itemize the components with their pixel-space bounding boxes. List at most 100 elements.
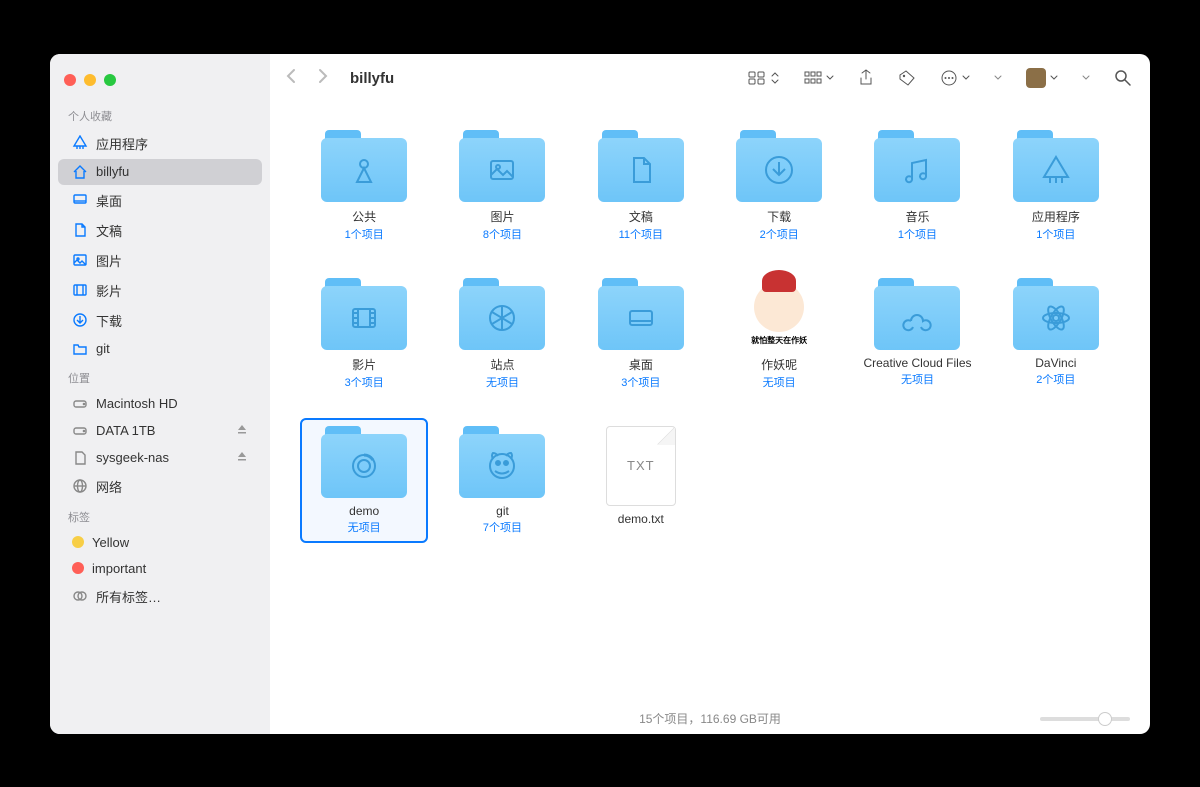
window-title: billyfu bbox=[350, 70, 394, 87]
sidebar-item-label: 下载 bbox=[96, 311, 122, 330]
folder-icon bbox=[459, 130, 545, 202]
sidebar-item-label: 影片 bbox=[96, 281, 122, 300]
folder-icon bbox=[598, 278, 684, 350]
folder-icon bbox=[736, 130, 822, 202]
file-item[interactable]: TXT demo.txt bbox=[577, 418, 705, 543]
main-area: billyfu 公共1个项目图片8个项目文稿11个项目下载2个项目音乐1个项目应… bbox=[270, 54, 1150, 734]
sidebar-item-label: 文稿 bbox=[96, 221, 122, 240]
item-name: Creative Cloud Files bbox=[863, 356, 971, 370]
back-button[interactable] bbox=[284, 67, 298, 90]
sidebar-item-label: Yellow bbox=[92, 535, 129, 550]
folder-item[interactable]: DaVinci2个项目 bbox=[992, 270, 1120, 398]
sidebar-item-label: 图片 bbox=[96, 251, 122, 270]
status-text: 15个项目，116.69 GB可用 bbox=[639, 710, 781, 727]
sidebar-item-label: 所有标签… bbox=[96, 587, 161, 606]
folder-icon bbox=[1013, 278, 1099, 350]
folder-icon bbox=[1013, 130, 1099, 202]
zoom-slider[interactable] bbox=[1040, 717, 1130, 721]
item-name: 图片 bbox=[490, 208, 514, 225]
close-button[interactable] bbox=[64, 74, 76, 86]
sidebar-item-home[interactable]: billyfu bbox=[58, 159, 262, 185]
folder-item[interactable]: 桌面3个项目 bbox=[577, 270, 705, 398]
eject-icon[interactable] bbox=[236, 423, 248, 438]
share-button[interactable] bbox=[854, 65, 878, 91]
folder-item[interactable]: 影片3个项目 bbox=[300, 270, 428, 398]
sidebar-item-desktop[interactable]: 桌面 bbox=[58, 186, 262, 215]
folder-icon bbox=[321, 278, 407, 350]
dropdown-2[interactable] bbox=[1078, 71, 1094, 85]
item-subtitle: 无项目 bbox=[901, 371, 934, 387]
sidebar-item-folder[interactable]: git bbox=[58, 336, 262, 362]
eject-icon[interactable] bbox=[236, 450, 248, 465]
custom-icon: 就怕整天在作妖 bbox=[736, 278, 822, 350]
sidebar-item-downloads[interactable]: 下载 bbox=[58, 306, 262, 335]
sidebar-item-label: important bbox=[92, 561, 146, 576]
sidebar-item-alltags[interactable]: 所有标签… bbox=[58, 582, 262, 611]
sidebar-item-disk[interactable]: Macintosh HD bbox=[58, 391, 262, 417]
folder-item[interactable]: 应用程序1个项目 bbox=[992, 122, 1120, 250]
item-subtitle: 2个项目 bbox=[760, 226, 799, 242]
sidebar-item-movies[interactable]: 影片 bbox=[58, 276, 262, 305]
folder-icon bbox=[874, 278, 960, 350]
item-subtitle: 11个项目 bbox=[619, 226, 663, 242]
item-name: 站点 bbox=[490, 356, 514, 373]
item-subtitle: 1个项目 bbox=[898, 226, 937, 242]
sidebar-item-apps[interactable]: 应用程序 bbox=[58, 129, 262, 158]
tags-label: 标签 bbox=[50, 505, 270, 529]
disk-icon bbox=[72, 396, 88, 412]
sidebar-item-server[interactable]: sysgeek-nas bbox=[58, 445, 262, 471]
item-subtitle: 无项目 bbox=[348, 519, 381, 535]
movies-icon bbox=[72, 282, 88, 298]
folder-item[interactable]: 文稿11个项目 bbox=[577, 122, 705, 250]
status-bar: 15个项目，116.69 GB可用 bbox=[270, 704, 1150, 734]
item-name: 文稿 bbox=[629, 208, 653, 225]
apps-icon bbox=[72, 135, 88, 151]
content-area: 公共1个项目图片8个项目文稿11个项目下载2个项目音乐1个项目应用程序1个项目影… bbox=[270, 104, 1150, 704]
sidebar-item-document[interactable]: 文稿 bbox=[58, 216, 262, 245]
sidebar-item-label: git bbox=[96, 341, 110, 356]
tag-button[interactable] bbox=[894, 65, 920, 91]
folder-item[interactable]: 下载2个项目 bbox=[715, 122, 843, 250]
sidebar-item-tag[interactable]: important bbox=[58, 556, 262, 581]
locations-label: 位置 bbox=[50, 366, 270, 390]
item-subtitle: 1个项目 bbox=[345, 226, 384, 242]
item-subtitle: 3个项目 bbox=[345, 374, 384, 390]
forward-button[interactable] bbox=[316, 67, 330, 90]
minimize-button[interactable] bbox=[84, 74, 96, 86]
sidebar-item-label: Macintosh HD bbox=[96, 396, 178, 411]
folder-item[interactable]: 音乐1个项目 bbox=[853, 122, 981, 250]
custom-item[interactable]: 就怕整天在作妖作妖呢无项目 bbox=[715, 270, 843, 398]
icon-grid: 公共1个项目图片8个项目文稿11个项目下载2个项目音乐1个项目应用程序1个项目影… bbox=[300, 122, 1120, 543]
file-icon: TXT bbox=[606, 426, 676, 506]
group-button[interactable] bbox=[800, 67, 838, 89]
item-name: 应用程序 bbox=[1032, 208, 1080, 225]
folder-item[interactable]: git7个项目 bbox=[438, 418, 566, 543]
toolbar: billyfu bbox=[270, 54, 1150, 104]
view-icons-button[interactable] bbox=[744, 67, 784, 89]
maximize-button[interactable] bbox=[104, 74, 116, 86]
folder-item[interactable]: demo无项目 bbox=[300, 418, 428, 543]
folder-item[interactable]: 图片8个项目 bbox=[438, 122, 566, 250]
folder-item[interactable]: 站点无项目 bbox=[438, 270, 566, 398]
sidebar-item-disk[interactable]: DATA 1TB bbox=[58, 418, 262, 444]
sidebar-item-tag[interactable]: Yellow bbox=[58, 530, 262, 555]
user-avatar[interactable] bbox=[1022, 64, 1062, 92]
item-name: 桌面 bbox=[629, 356, 653, 373]
nav-arrows bbox=[284, 67, 330, 90]
sidebar-item-network[interactable]: 网络 bbox=[58, 472, 262, 501]
tag-dot-icon bbox=[72, 562, 84, 574]
folder-item[interactable]: 公共1个项目 bbox=[300, 122, 428, 250]
folder-icon bbox=[459, 426, 545, 498]
dropdown-1[interactable] bbox=[990, 71, 1006, 85]
network-icon bbox=[72, 478, 88, 494]
action-button[interactable] bbox=[936, 65, 974, 91]
item-name: 下载 bbox=[767, 208, 791, 225]
folder-icon bbox=[598, 130, 684, 202]
finder-window: 个人收藏 应用程序billyfu桌面文稿图片影片下载git 位置 Macinto… bbox=[50, 54, 1150, 734]
search-button[interactable] bbox=[1110, 65, 1136, 91]
folder-item[interactable]: Creative Cloud Files无项目 bbox=[853, 270, 981, 398]
sidebar-item-pictures[interactable]: 图片 bbox=[58, 246, 262, 275]
item-name: 公共 bbox=[352, 208, 376, 225]
item-name: demo.txt bbox=[618, 512, 664, 526]
home-icon bbox=[72, 164, 88, 180]
